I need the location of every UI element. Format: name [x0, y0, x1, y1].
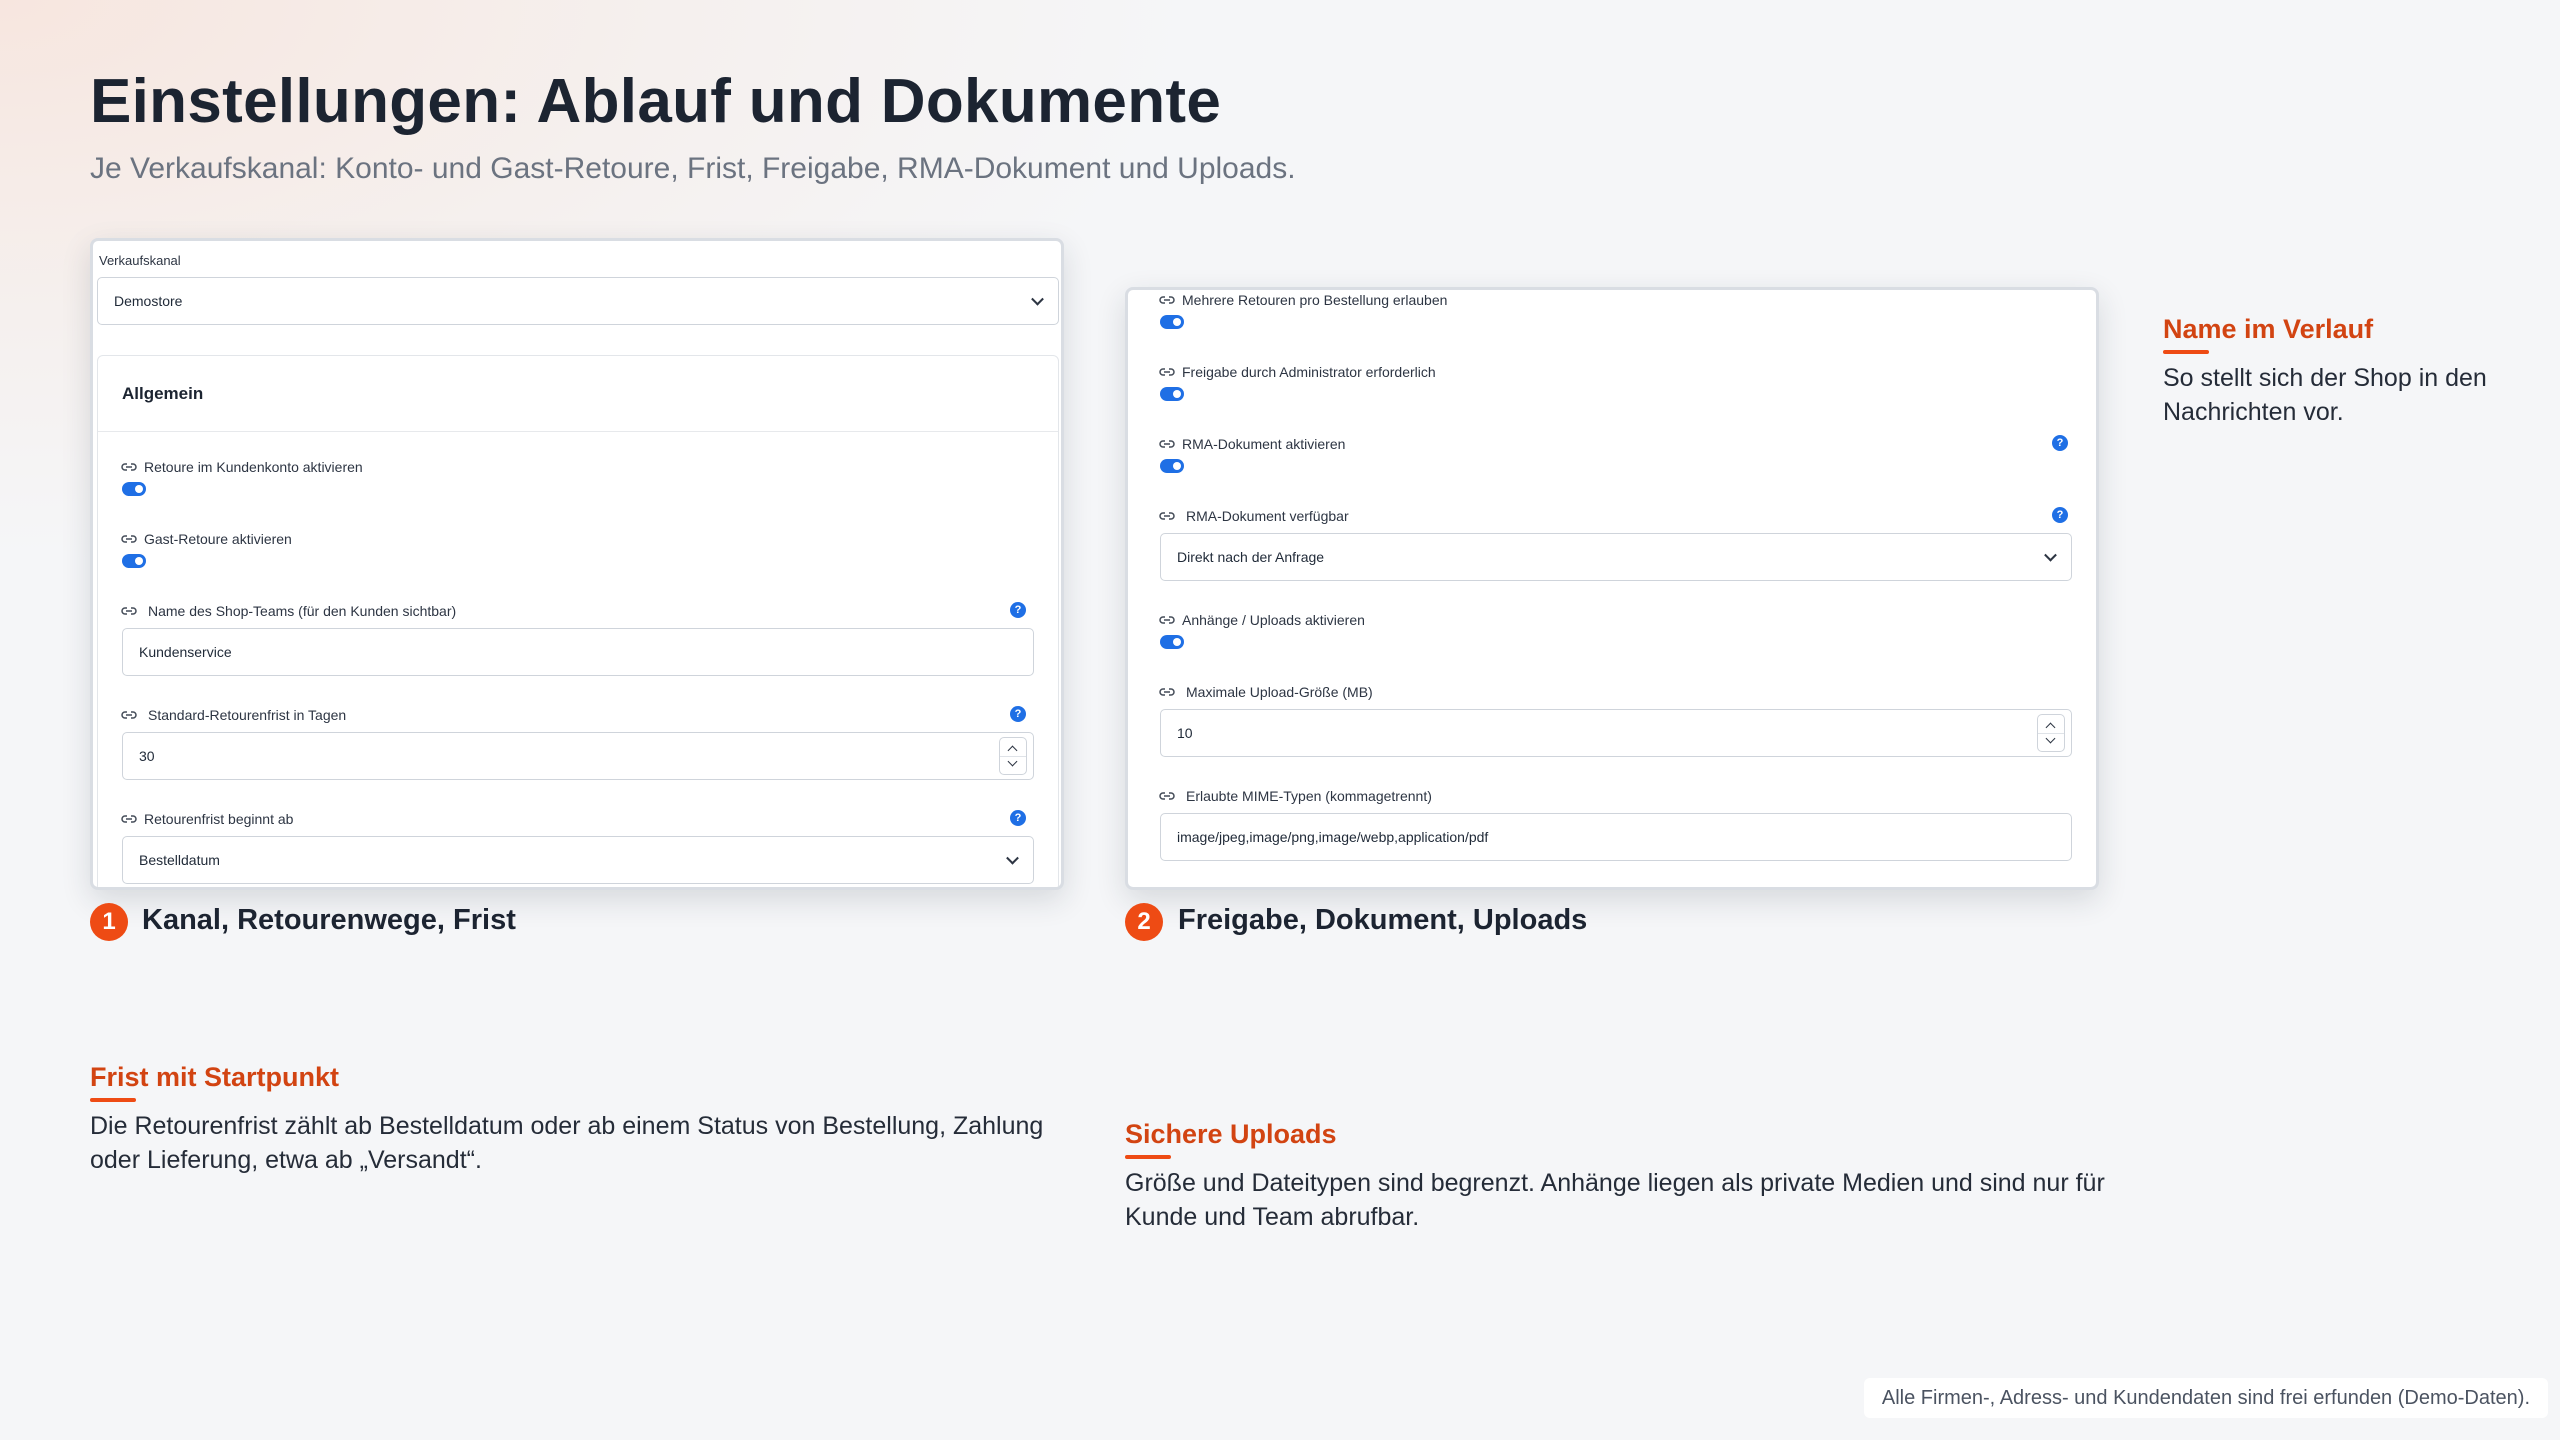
inheritance-link-icon[interactable] — [1158, 366, 1176, 378]
max-upload-value: 10 — [1177, 725, 1193, 741]
guest-return-toggle[interactable] — [122, 554, 146, 568]
number-stepper[interactable] — [2037, 714, 2065, 752]
admin-approval-label: Freigabe durch Administrator erforderlic… — [1182, 364, 1436, 380]
note-uploads-body: Größe und Dateitypen sind begrenzt. Anhä… — [1125, 1169, 2105, 1231]
multiple-returns-label: Mehrere Retouren pro Bestellung erlauben — [1182, 292, 1448, 308]
step-2-badge: 2 — [1125, 903, 1163, 941]
team-name-label: Name des Shop-Teams (für den Kunden sich… — [148, 603, 457, 619]
settings-screenshot-2: Mehrere Retouren pro Bestellung erlauben… — [1125, 287, 2099, 890]
note-uploads-title: Sichere Uploads — [1125, 1119, 1337, 1149]
channel-label: Verkaufskanal — [99, 253, 181, 268]
settings-screenshot-1: Verkaufskanal Demostore Allgemein Retour… — [90, 238, 1064, 890]
account-return-toggle[interactable] — [122, 482, 146, 496]
help-icon[interactable]: ? — [1010, 810, 1026, 826]
inheritance-link-icon[interactable] — [1158, 790, 1176, 802]
chevron-down-icon — [2044, 548, 2057, 562]
deadline-value: 30 — [139, 748, 155, 764]
uploads-label: Anhänge / Uploads aktivieren — [1182, 612, 1365, 628]
mime-label: Erlaubte MIME-Typen (kommagetrennt) — [1186, 788, 1432, 804]
inheritance-link-icon[interactable] — [1158, 438, 1176, 450]
guest-return-label: Gast-Retoure aktivieren — [144, 531, 292, 547]
max-upload-input[interactable]: 10 — [1160, 709, 2072, 757]
help-icon[interactable]: ? — [2052, 435, 2068, 451]
note-name-title: Name im Verlauf — [2163, 314, 2374, 344]
general-section: Allgemein Retoure im Kundenkonto aktivie… — [97, 355, 1059, 887]
section-header: Allgemein — [98, 356, 1058, 432]
deadline-input[interactable]: 30 — [122, 732, 1034, 780]
help-icon[interactable]: ? — [1010, 706, 1026, 722]
inheritance-link-icon[interactable] — [1158, 510, 1176, 522]
note-deadline-title: Frist mit Startpunkt — [90, 1062, 340, 1092]
account-return-label: Retoure im Kundenkonto aktivieren — [144, 459, 363, 475]
number-stepper[interactable] — [999, 737, 1027, 775]
section-title: Allgemein — [122, 384, 204, 403]
team-name-value: Kundenservice — [139, 644, 232, 660]
admin-approval-toggle[interactable] — [1160, 387, 1184, 401]
note-uploads-underline — [1125, 1155, 1171, 1159]
chevron-up-icon[interactable] — [2045, 722, 2056, 733]
chevron-down-icon — [1006, 851, 1019, 865]
demo-data-footer: Alle Firmen-, Adress- und Kundendaten si… — [1863, 1378, 2548, 1418]
channel-select[interactable]: Demostore — [97, 277, 1059, 325]
note-deadline-underline — [90, 1098, 136, 1102]
inheritance-link-icon[interactable] — [120, 813, 138, 825]
inheritance-link-icon[interactable] — [120, 605, 138, 617]
inheritance-link-icon[interactable] — [1158, 294, 1176, 306]
deadline-label: Standard-Retourenfrist in Tagen — [148, 707, 347, 723]
step-1-badge: 1 — [90, 903, 128, 941]
deadline-start-select[interactable]: Bestelldatum — [122, 836, 1034, 884]
max-upload-label: Maximale Upload-Größe (MB) — [1186, 684, 1373, 700]
inheritance-link-icon[interactable] — [1158, 686, 1176, 698]
mime-value: image/jpeg,image/png,image/webp,applicat… — [1177, 829, 1489, 845]
page-title: Einstellungen: Ablauf und Dokumente — [90, 67, 1222, 136]
deadline-start-label: Retourenfrist beginnt ab — [144, 811, 294, 827]
rma-enable-toggle[interactable] — [1160, 459, 1184, 473]
rma-enable-label: RMA-Dokument aktivieren — [1182, 436, 1346, 452]
rma-available-select[interactable]: Direkt nach der Anfrage — [1160, 533, 2072, 581]
step-1-label: Kanal, Retourenwege, Frist — [142, 904, 516, 936]
chevron-up-icon[interactable] — [1007, 745, 1018, 756]
inheritance-link-icon[interactable] — [120, 533, 138, 545]
help-icon[interactable]: ? — [2052, 507, 2068, 523]
chevron-down-icon[interactable] — [2045, 733, 2056, 744]
mime-input[interactable]: image/jpeg,image/png,image/webp,applicat… — [1160, 813, 2072, 861]
chevron-down-icon[interactable] — [1007, 756, 1018, 767]
note-name-body: So stellt sich der Shop in den Nachricht… — [2163, 364, 2487, 426]
channel-select-value: Demostore — [114, 293, 183, 309]
page-subtitle: Je Verkaufskanal: Konto- und Gast-Retour… — [90, 152, 1296, 185]
inheritance-link-icon[interactable] — [120, 461, 138, 473]
deadline-start-value: Bestelldatum — [139, 852, 220, 868]
note-deadline-body: Die Retourenfrist zählt ab Bestelldatum … — [90, 1112, 1044, 1174]
multiple-returns-toggle[interactable] — [1160, 315, 1184, 329]
note-name-underline — [2163, 350, 2209, 354]
rma-available-value: Direkt nach der Anfrage — [1177, 549, 1325, 565]
chevron-down-icon — [1031, 292, 1044, 306]
inheritance-link-icon[interactable] — [120, 709, 138, 721]
team-name-input[interactable]: Kundenservice — [122, 628, 1034, 676]
inheritance-link-icon[interactable] — [1158, 614, 1176, 626]
help-icon[interactable]: ? — [1010, 602, 1026, 618]
uploads-toggle[interactable] — [1160, 635, 1184, 649]
step-2-label: Freigabe, Dokument, Uploads — [1178, 904, 1588, 936]
rma-available-label: RMA-Dokument verfügbar — [1186, 508, 1349, 524]
